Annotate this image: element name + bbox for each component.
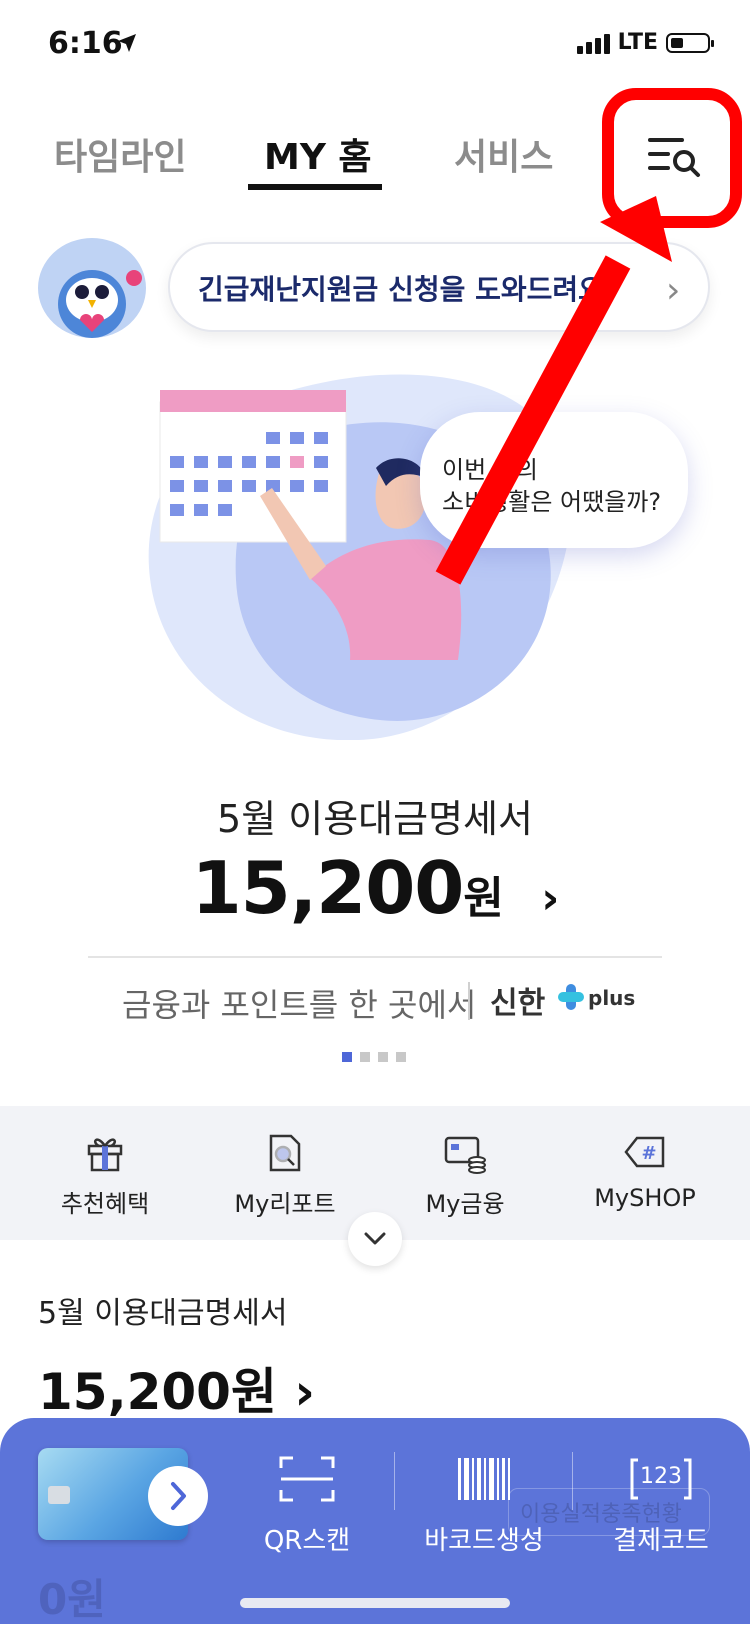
home-indicator[interactable] xyxy=(240,1598,510,1608)
highlight-annotation-box xyxy=(602,88,742,228)
quick-item-label: My금융 xyxy=(425,1190,505,1218)
status-time: 6:16 xyxy=(48,26,123,61)
speech-line-1: 이번 달의 xyxy=(442,456,538,484)
carousel-dot[interactable] xyxy=(360,1052,370,1062)
tab-timeline[interactable]: 타임라인 xyxy=(54,128,186,180)
payment-code-button[interactable]: 123 결제코드 xyxy=(596,1454,726,1557)
statement-title: 5월 이용대금명세서 xyxy=(217,797,533,841)
chevron-right-icon: › xyxy=(666,270,681,311)
promo-brand-suffix: plus xyxy=(588,986,636,1010)
status-indicators: LTE xyxy=(576,30,714,55)
behind-amount: 0원 xyxy=(38,1575,106,1624)
chevron-down-icon xyxy=(364,1232,386,1245)
barcode-label: 바코드생성 xyxy=(424,1526,544,1556)
chevron-right-icon xyxy=(171,1482,186,1510)
promo-text: 금융과 포인트를 한 곳에서 xyxy=(122,986,477,1024)
expand-menu-button[interactable] xyxy=(348,1212,402,1266)
card-chip xyxy=(48,1486,70,1504)
divider xyxy=(88,956,662,958)
bar-separator xyxy=(572,1452,573,1510)
quick-item-label: My리포트 xyxy=(234,1190,336,1218)
qr-scan-button[interactable]: QR스캔 xyxy=(242,1454,372,1557)
qr-scan-label: QR스캔 xyxy=(263,1526,351,1556)
card-next-button[interactable] xyxy=(148,1466,208,1526)
payment-code-icon-text: 123 xyxy=(640,1464,682,1489)
barcode-icon xyxy=(458,1458,510,1500)
quick-item-my-report[interactable]: My리포트 xyxy=(210,1130,360,1219)
quick-item-my-shop[interactable]: # MySHOP xyxy=(570,1130,720,1212)
tab-services[interactable]: 서비스 xyxy=(454,128,553,180)
tab-my-home[interactable]: MY 홈 xyxy=(264,128,372,180)
statement-amount: 15,200 xyxy=(191,846,465,930)
carousel-dot[interactable] xyxy=(378,1052,388,1062)
report-search-icon xyxy=(269,1134,301,1172)
quick-item-my-finance[interactable]: My금융 xyxy=(390,1130,540,1219)
promo-separator xyxy=(468,982,470,1020)
tab-active-underline xyxy=(248,184,382,190)
network-label: LTE xyxy=(617,30,658,55)
carousel-dot[interactable] xyxy=(396,1052,406,1062)
quick-item-label: 추천혜택 xyxy=(60,1190,150,1218)
section-statement-amount-link[interactable]: 15,200원 › xyxy=(38,1352,315,1424)
gift-icon xyxy=(87,1138,123,1172)
carousel-dot[interactable] xyxy=(342,1052,352,1062)
section-statement-title: 5월 이용대금명세서 xyxy=(38,1296,288,1331)
speech-line-2: 소비생활은 어땠을까? xyxy=(442,488,662,516)
qr-scan-icon xyxy=(279,1456,335,1502)
signal-icon xyxy=(576,32,610,54)
barcode-button[interactable]: 바코드생성 xyxy=(414,1454,554,1557)
payment-code-label: 결제코드 xyxy=(613,1526,709,1556)
chevron-right-icon: › xyxy=(276,1363,315,1421)
hash-tag-icon: # xyxy=(624,1136,665,1168)
section-statement-amount: 15,200원 xyxy=(38,1363,277,1421)
chevron-right-icon: › xyxy=(526,873,559,924)
svg-text:#: # xyxy=(641,1143,656,1164)
promo-brand[interactable]: 신한 xyxy=(490,978,545,1022)
location-arrow-icon xyxy=(118,34,136,52)
mascot-avatar xyxy=(38,238,146,338)
carousel-indicator xyxy=(342,1052,406,1062)
quick-item-benefits[interactable]: 추천혜택 xyxy=(30,1130,180,1219)
notice-text: 긴급재난지원금 신청을 도와드려요! xyxy=(198,273,617,306)
wallet-coins-icon xyxy=(444,1136,486,1174)
statement-amount-link[interactable]: 15,200원 › xyxy=(0,846,750,930)
plus-logo-icon xyxy=(558,984,584,1010)
bar-separator xyxy=(394,1452,395,1510)
statement-unit: 원 xyxy=(463,873,503,924)
quick-item-label: MySHOP xyxy=(594,1184,696,1212)
battery-icon xyxy=(666,32,714,53)
